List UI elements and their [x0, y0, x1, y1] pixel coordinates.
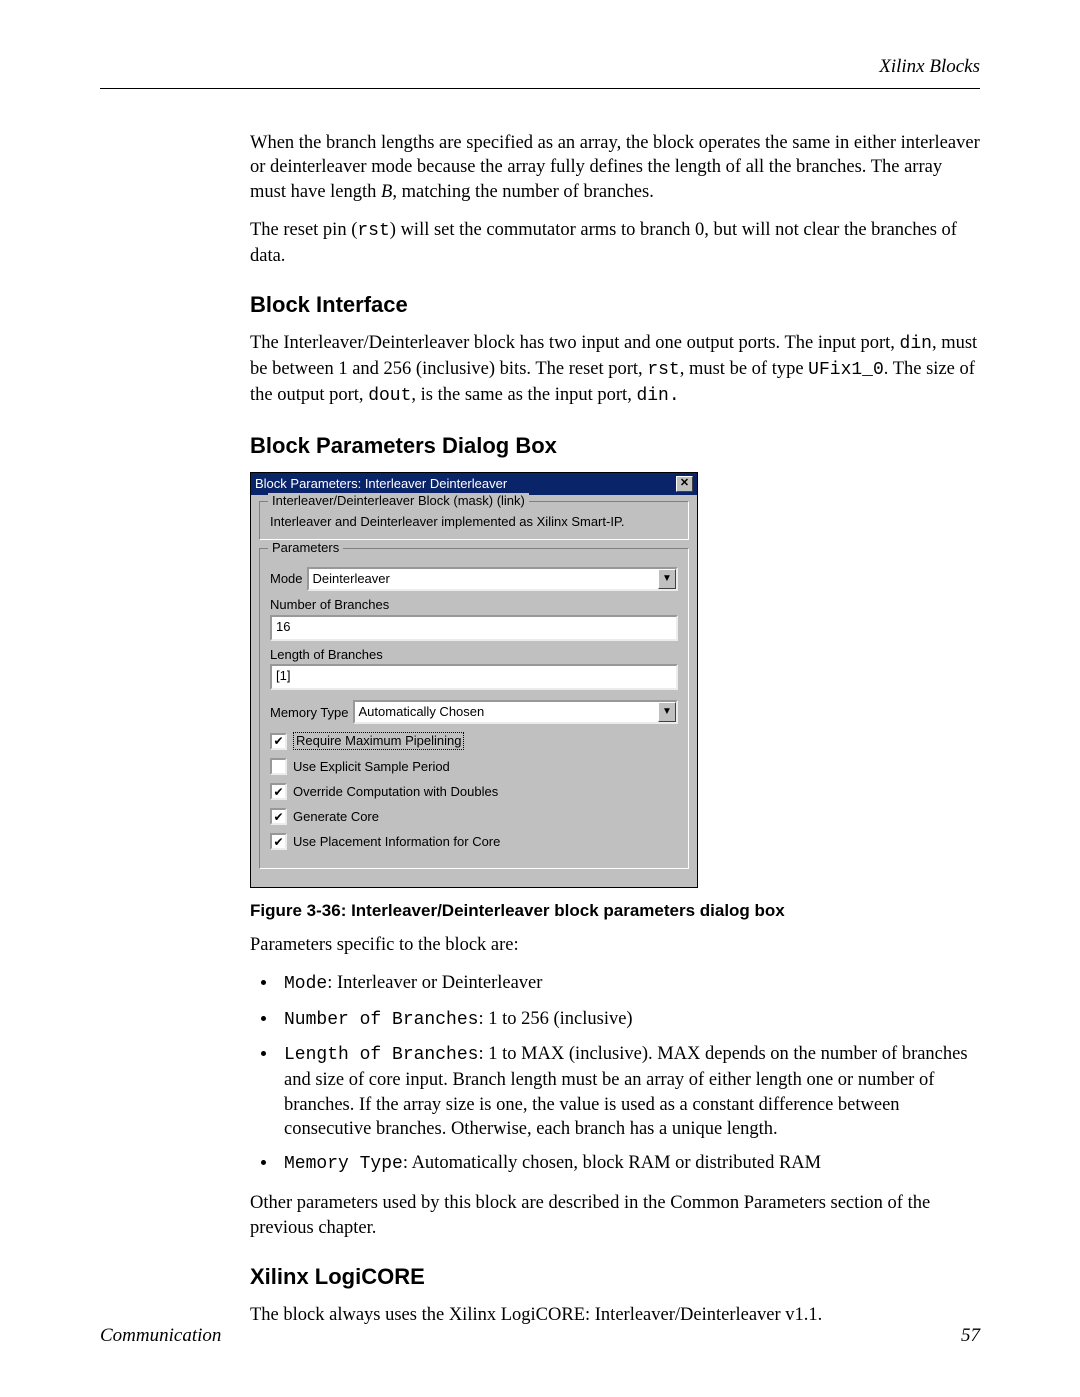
dialog-body: Interleaver/Deinterleaver Block (mask) (… — [251, 495, 697, 887]
number-of-branches-label: Number of Branches — [270, 597, 678, 613]
code: rst — [647, 360, 679, 380]
mode-row: Mode Deinterleaver ▼ — [270, 567, 678, 591]
running-header: Xilinx Blocks — [100, 56, 980, 78]
groupbox-label: Parameters — [268, 540, 343, 556]
paragraph: Parameters specific to the block are: — [250, 933, 980, 957]
chevron-down-icon: ▼ — [662, 573, 672, 585]
paragraph: When the branch lengths are specified as… — [250, 131, 980, 204]
number-of-branches-input[interactable]: 16 — [270, 615, 678, 641]
text: , matching the number of branches. — [392, 182, 653, 202]
heading-xilinx-logicore: Xilinx LogiCORE — [250, 1262, 980, 1291]
footer-left: Communication — [100, 1325, 221, 1347]
paragraph: The Interleaver/Deinterleaver block has … — [250, 331, 980, 408]
heading-block-interface: Block Interface — [250, 290, 980, 319]
checkbox-label: Generate Core — [293, 809, 379, 825]
groupbox-parameters: Parameters Mode Deinterleaver ▼ Number o… — [259, 548, 689, 869]
length-of-branches-label: Length of Branches — [270, 647, 678, 663]
checkbox-unchecked[interactable] — [270, 758, 287, 775]
mode-select[interactable]: Deinterleaver ▼ — [307, 567, 678, 591]
text: : Interleaver or Deinterleaver — [327, 973, 542, 993]
checkbox-label: Require Maximum Pipelining — [293, 732, 464, 750]
text: The Interleaver/Deinterleaver block has … — [250, 333, 900, 353]
code: dout — [368, 386, 411, 406]
paragraph: Other parameters used by this block are … — [250, 1191, 980, 1240]
dialog-title-text: Block Parameters: Interleaver Deinterlea… — [255, 476, 507, 492]
groupbox-text: Interleaver and Deinterleaver implemente… — [270, 514, 678, 530]
parameter-list: Mode: Interleaver or Deinterleaver Numbe… — [250, 971, 980, 1177]
header-rule — [100, 88, 980, 89]
list-item: Mode: Interleaver or Deinterleaver — [278, 971, 980, 997]
text: , must be of type — [680, 359, 808, 379]
dropdown-button[interactable]: ▼ — [658, 569, 676, 589]
text: : Automatically chosen, block RAM or dis… — [403, 1153, 821, 1173]
close-icon: ✕ — [680, 478, 689, 489]
text: , is the same as the input port, — [411, 385, 636, 405]
content: When the branch lengths are specified as… — [250, 131, 980, 1327]
param-name: Memory Type — [284, 1154, 403, 1174]
chevron-down-icon: ▼ — [662, 706, 672, 718]
groupbox-block-info: Interleaver/Deinterleaver Block (mask) (… — [259, 501, 689, 541]
groupbox-label: Interleaver/Deinterleaver Block (mask) (… — [268, 493, 529, 509]
paragraph: The reset pin (rst) will set the commuta… — [250, 218, 980, 268]
code: UFix1_0 — [808, 360, 884, 380]
use-explicit-sample-period-checkbox-row[interactable]: Use Explicit Sample Period — [270, 758, 678, 775]
dropdown-button[interactable]: ▼ — [658, 702, 676, 722]
memory-type-select[interactable]: Automatically Chosen ▼ — [353, 700, 678, 724]
dialog-window: Block Parameters: Interleaver Deinterlea… — [250, 472, 698, 888]
require-max-pipelining-checkbox-row[interactable]: ✔ Require Maximum Pipelining — [270, 732, 678, 750]
dialog-titlebar[interactable]: Block Parameters: Interleaver Deinterlea… — [251, 473, 697, 495]
code: din — [900, 334, 932, 354]
use-placement-info-checkbox-row[interactable]: ✔ Use Placement Information for Core — [270, 833, 678, 850]
checkbox-label: Use Placement Information for Core — [293, 834, 500, 850]
italic-var: B — [381, 182, 392, 202]
footer: Communication 57 — [100, 1325, 980, 1347]
memory-type-row: Memory Type Automatically Chosen ▼ — [270, 700, 678, 724]
checkbox-checked[interactable]: ✔ — [270, 833, 287, 850]
code: rst — [357, 221, 389, 241]
length-of-branches-input[interactable]: [1] — [270, 664, 678, 690]
param-name: Mode — [284, 974, 327, 994]
code: din. — [636, 386, 679, 406]
page-number: 57 — [961, 1325, 980, 1347]
override-computation-checkbox-row[interactable]: ✔ Override Computation with Doubles — [270, 783, 678, 800]
page: Xilinx Blocks When the branch lengths ar… — [0, 0, 1080, 1397]
checkbox-label: Override Computation with Doubles — [293, 784, 498, 800]
list-item: Length of Branches: 1 to MAX (inclusive)… — [278, 1042, 980, 1141]
checkbox-checked[interactable]: ✔ — [270, 783, 287, 800]
checkbox-checked[interactable]: ✔ — [270, 733, 287, 750]
figure-caption: Figure 3-36: Interleaver/Deinterleaver b… — [250, 900, 980, 922]
close-button[interactable]: ✕ — [676, 476, 693, 492]
memory-type-label: Memory Type — [270, 705, 349, 721]
generate-core-checkbox-row[interactable]: ✔ Generate Core — [270, 808, 678, 825]
checkbox-checked[interactable]: ✔ — [270, 808, 287, 825]
param-name: Number of Branches — [284, 1010, 478, 1030]
text: : 1 to 256 (inclusive) — [478, 1009, 632, 1029]
text: The reset pin ( — [250, 220, 357, 240]
memory-type-value: Automatically Chosen — [355, 702, 658, 722]
heading-block-parameters: Block Parameters Dialog Box — [250, 431, 980, 460]
checkbox-label: Use Explicit Sample Period — [293, 759, 450, 775]
list-item: Number of Branches: 1 to 256 (inclusive) — [278, 1007, 980, 1033]
mode-value: Deinterleaver — [309, 569, 658, 589]
paragraph: The block always uses the Xilinx LogiCOR… — [250, 1303, 980, 1327]
mode-label: Mode — [270, 571, 303, 587]
list-item: Memory Type: Automatically chosen, block… — [278, 1151, 980, 1177]
param-name: Length of Branches — [284, 1045, 478, 1065]
